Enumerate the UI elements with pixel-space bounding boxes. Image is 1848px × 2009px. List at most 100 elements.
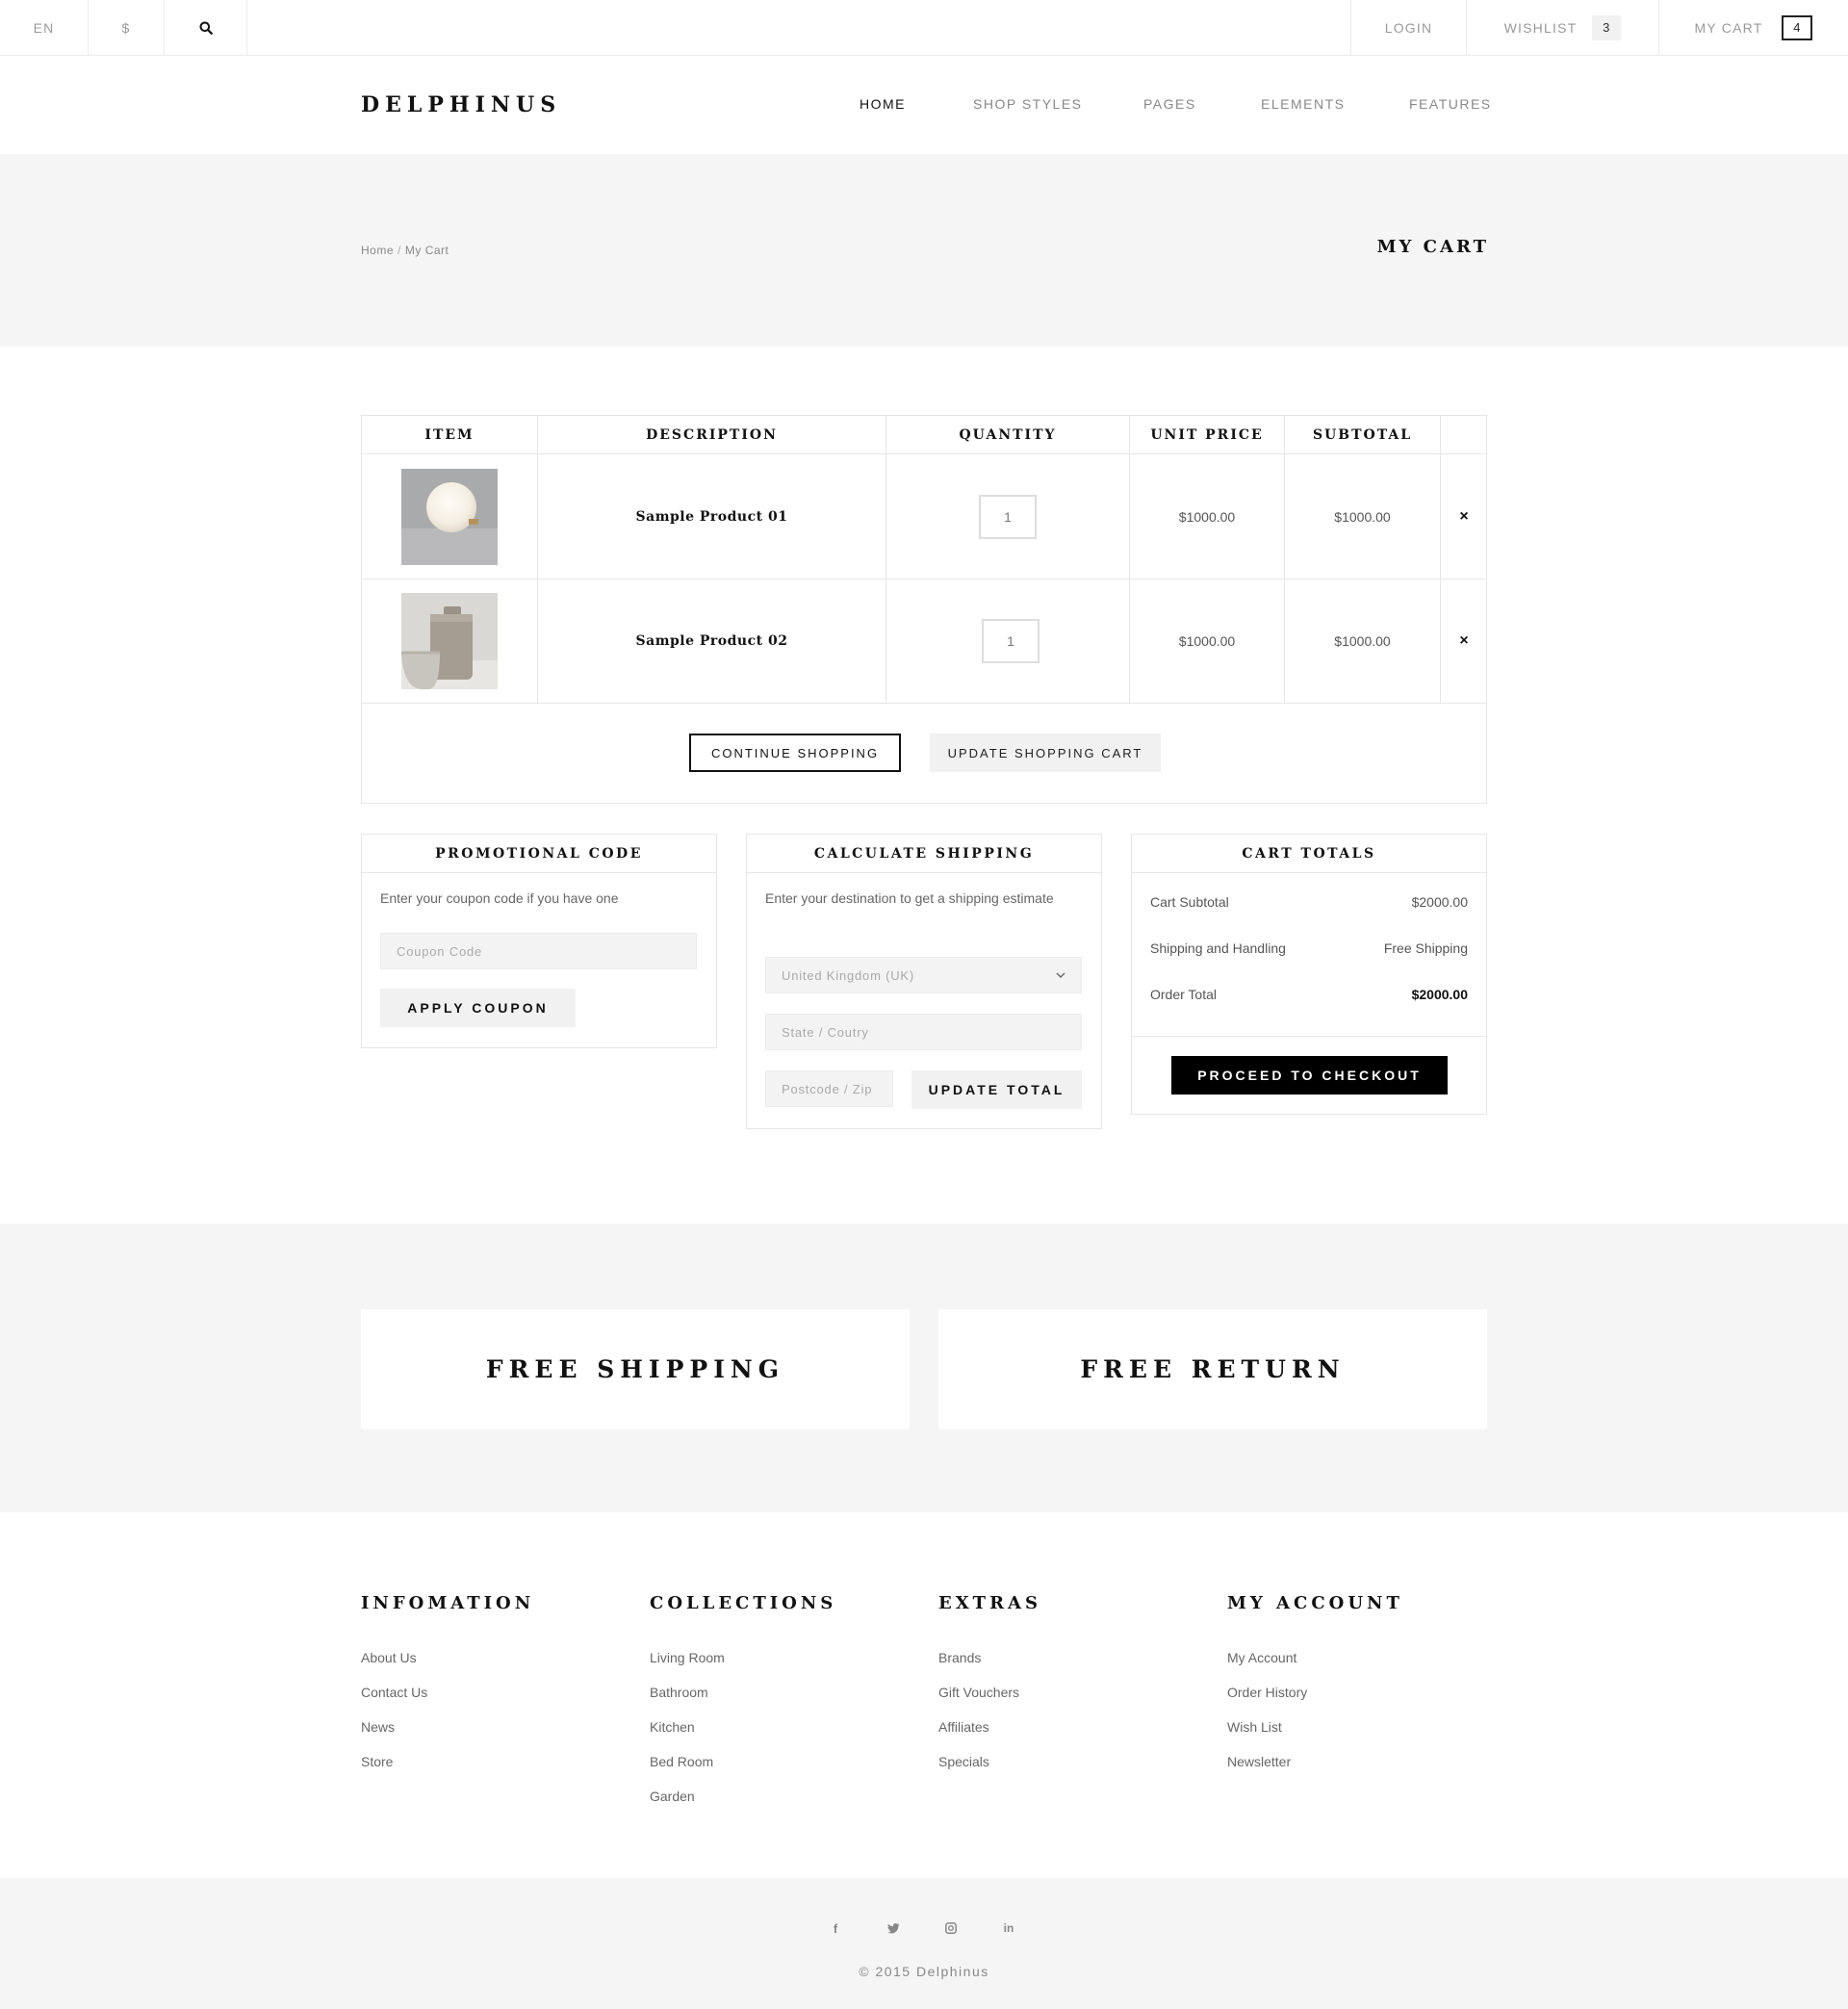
footer-column-extras: EXTRAS Brands Gift Vouchers Affiliates S… [938, 1593, 1041, 1789]
footer-link[interactable]: Bathroom [650, 1685, 836, 1719]
footer-link[interactable]: My Account [1227, 1650, 1403, 1685]
cart-row-2-quantity-cell: 1 [886, 580, 1130, 704]
twitter-icon[interactable] [884, 1919, 903, 1938]
currency-label: $ [121, 19, 131, 36]
totals-value: $2000.00 [1411, 894, 1468, 910]
wishlist-label: WISHLIST [1503, 19, 1578, 36]
cart-row-1-unit-price: $1000.00 [1130, 454, 1285, 580]
coupon-code-input[interactable]: Coupon Code [380, 933, 697, 969]
quantity-input[interactable]: 1 [982, 619, 1040, 663]
nav-shop-styles[interactable]: SHOP STYLES [973, 96, 1083, 112]
product-name[interactable]: Sample Product 02 [636, 633, 788, 649]
column-header-subtotal: SUBTOTAL [1285, 416, 1441, 454]
footer-link[interactable]: Wish List [1227, 1719, 1403, 1754]
cart-row-2-remove-cell: × [1441, 580, 1487, 704]
update-shopping-cart-button[interactable]: UPDATE SHOPPING CART [930, 734, 1161, 772]
country-select[interactable]: United Kingdom (UK) [765, 957, 1082, 993]
wishlist-link[interactable]: WISHLIST 3 [1466, 0, 1658, 55]
footer-link[interactable]: Bed Room [650, 1754, 836, 1789]
search-button[interactable] [165, 0, 247, 55]
language-selector[interactable]: EN [0, 0, 89, 55]
cart-table: ITEM DESCRIPTION QUANTITY UNIT PRICE SUB… [361, 415, 1487, 804]
product-image-lamp[interactable] [401, 468, 498, 565]
apply-coupon-button[interactable]: APPLY COUPON [380, 989, 576, 1027]
breadcrumb-current: My Cart [404, 244, 449, 257]
site-logo[interactable]: DELPHINUS [361, 92, 561, 117]
column-header-unit-price: UNIT PRICE [1130, 416, 1285, 454]
login-link[interactable]: LOGIN [1350, 0, 1466, 55]
remove-item-icon[interactable]: × [1459, 508, 1468, 526]
footer-link[interactable]: Affiliates [938, 1719, 1041, 1754]
cart-row-1-quantity-cell: 1 [886, 454, 1130, 580]
state-input[interactable]: State / Coutry [765, 1014, 1082, 1050]
column-header-description: DESCRIPTION [538, 416, 886, 454]
my-cart-link[interactable]: MY CART 4 [1658, 0, 1848, 55]
footer-column-title: MY ACCOUNT [1227, 1593, 1403, 1613]
footer-link[interactable]: Garden [650, 1789, 836, 1823]
totals-label: Shipping and Handling [1150, 940, 1286, 956]
product-name[interactable]: Sample Product 01 [636, 509, 788, 525]
totals-title: CART TOTALS [1132, 835, 1486, 873]
footer-link[interactable]: News [361, 1719, 534, 1754]
footer-link[interactable]: Order History [1227, 1685, 1403, 1719]
shipping-description: Enter your destination to get a shipping… [765, 890, 1054, 906]
subtotal-value: $1000.00 [1334, 633, 1391, 649]
copyright-text: © 2015 Delphinus [859, 1964, 989, 1979]
facebook-icon[interactable]: f [826, 1919, 845, 1938]
remove-item-icon[interactable]: × [1459, 632, 1468, 650]
wishlist-count-badge: 3 [1592, 14, 1622, 40]
country-select-value: United Kingdom (UK) [782, 967, 915, 983]
footer-link[interactable]: Gift Vouchers [938, 1685, 1041, 1719]
unit-price-value: $1000.00 [1178, 633, 1236, 649]
breadcrumb: Home / My Cart [361, 244, 449, 257]
footer-link[interactable]: Specials [938, 1754, 1041, 1789]
footer-link[interactable]: Store [361, 1754, 534, 1789]
linkedin-icon[interactable]: in [999, 1919, 1018, 1938]
footer-link[interactable]: About Us [361, 1650, 534, 1685]
promotional-code-panel: PROMOTIONAL CODE Enter your coupon code … [361, 834, 717, 1048]
totals-row-order-total: Order Total $2000.00 [1150, 987, 1468, 1002]
promo-title: PROMOTIONAL CODE [362, 835, 716, 873]
nav-elements[interactable]: ELEMENTS [1261, 96, 1345, 112]
footer-bottom-bar [0, 1878, 1848, 2009]
footer-link[interactable]: Kitchen [650, 1719, 836, 1754]
calculate-shipping-panel: CALCULATE SHIPPING Enter your destinatio… [746, 834, 1102, 1129]
instagram-icon[interactable] [941, 1919, 961, 1938]
footer-link[interactable]: Living Room [650, 1650, 836, 1685]
cart-row-2-unit-price: $1000.00 [1130, 580, 1285, 704]
column-header-quantity: QUANTITY [886, 416, 1130, 454]
footer-link[interactable]: Newsletter [1227, 1754, 1403, 1789]
order-total-value: $2000.00 [1411, 987, 1468, 1002]
nav-pages[interactable]: PAGES [1143, 96, 1196, 112]
proceed-to-checkout-button[interactable]: PROCEED TO CHECKOUT [1171, 1056, 1448, 1095]
currency-selector[interactable]: $ [89, 0, 165, 55]
footer-link[interactable]: Brands [938, 1650, 1041, 1685]
continue-shopping-button[interactable]: CONTINUE SHOPPING [689, 734, 901, 772]
totals-row-shipping: Shipping and Handling Free Shipping [1150, 940, 1468, 956]
postcode-input[interactable]: Postcode / Zip [765, 1070, 893, 1107]
breadcrumb-home[interactable]: Home [361, 244, 394, 257]
product-image-vase[interactable] [401, 593, 498, 689]
totals-label: Order Total [1150, 987, 1217, 1002]
footer-column-information: INFOMATION About Us Contact Us News Stor… [361, 1593, 534, 1789]
cart-totals-panel: CART TOTALS Cart Subtotal $2000.00 Shipp… [1131, 834, 1487, 1115]
search-icon [199, 21, 213, 35]
cart-label: MY CART [1694, 19, 1763, 36]
cart-row-2-description-cell: Sample Product 02 [538, 580, 886, 704]
promo-description: Enter your coupon code if you have one [380, 890, 619, 906]
update-total-button[interactable]: UPDATE TOTAL [911, 1070, 1082, 1109]
column-header-remove [1441, 416, 1487, 454]
page-title: MY CART [1376, 237, 1489, 257]
quantity-input[interactable]: 1 [979, 494, 1037, 539]
free-shipping-box: FREE SHIPPING [361, 1309, 910, 1429]
cart-row-1-subtotal: $1000.00 [1285, 454, 1441, 580]
features-band [0, 1223, 1848, 1512]
top-bar: EN $ LOGIN WISHLIST 3 MY CART 4 [0, 0, 1848, 56]
breadcrumb-separator: / [398, 244, 401, 257]
totals-value: Free Shipping [1383, 940, 1468, 956]
footer-link[interactable]: Contact Us [361, 1685, 534, 1719]
nav-features[interactable]: FEATURES [1409, 96, 1492, 112]
nav-home[interactable]: HOME [860, 96, 906, 112]
totals-label: Cart Subtotal [1150, 894, 1229, 910]
cart-row-2-subtotal: $1000.00 [1285, 580, 1441, 704]
